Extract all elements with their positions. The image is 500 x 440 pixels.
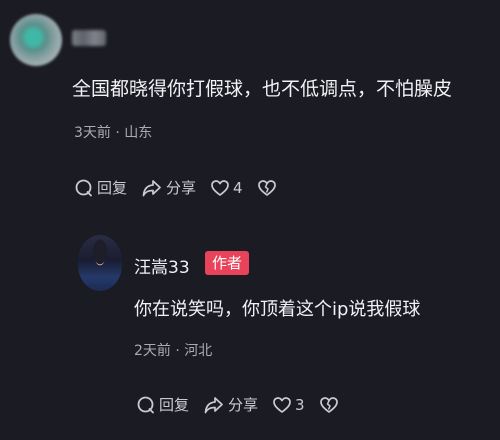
reply-text: 你在说笑吗，你顶着这个ip说我假球 xyxy=(134,299,421,320)
reply-share-button[interactable]: 分享 xyxy=(203,394,258,415)
commenter-name-blurred xyxy=(72,30,106,46)
reply-like-count: 3 xyxy=(295,395,305,414)
commenter-avatar[interactable] xyxy=(10,14,62,66)
dislike-heart-icon xyxy=(257,179,276,196)
like-button[interactable]: 4 xyxy=(210,178,243,198)
reply-reply-button[interactable]: 回复 xyxy=(136,394,189,415)
reply-icon xyxy=(137,396,154,413)
reply-label: 回复 xyxy=(97,179,128,197)
comment-text: 全国都晓得你打假球，也不低调点，不怕臊皮 xyxy=(72,78,453,100)
reply-reply-label: 回复 xyxy=(159,396,190,414)
heart-icon xyxy=(273,396,291,413)
share-button[interactable]: 分享 xyxy=(141,177,196,198)
reply-button[interactable]: 回复 xyxy=(74,177,127,198)
dislike-button[interactable] xyxy=(257,178,277,198)
heart-icon xyxy=(211,179,229,196)
author-badge: 作者 xyxy=(205,251,249,275)
comment-actions: 回复 分享 4 xyxy=(74,177,291,198)
comment-meta: 3天前 · 山东 xyxy=(74,125,153,141)
reply-icon xyxy=(75,179,92,196)
reply-actions: 回复 分享 3 xyxy=(136,394,353,415)
reply-dislike-button[interactable] xyxy=(319,395,339,415)
reply-like-button[interactable]: 3 xyxy=(272,395,305,415)
share-icon xyxy=(142,179,161,196)
like-count: 4 xyxy=(233,178,243,197)
reply-author-name[interactable]: 汪嵩33 xyxy=(134,253,190,278)
reply-share-label: 分享 xyxy=(228,396,259,414)
reply-author-avatar[interactable] xyxy=(78,235,122,291)
dislike-heart-icon xyxy=(319,396,338,413)
share-icon xyxy=(204,396,223,413)
share-label: 分享 xyxy=(166,179,197,197)
reply-meta: 2天前 · 河北 xyxy=(134,343,213,359)
